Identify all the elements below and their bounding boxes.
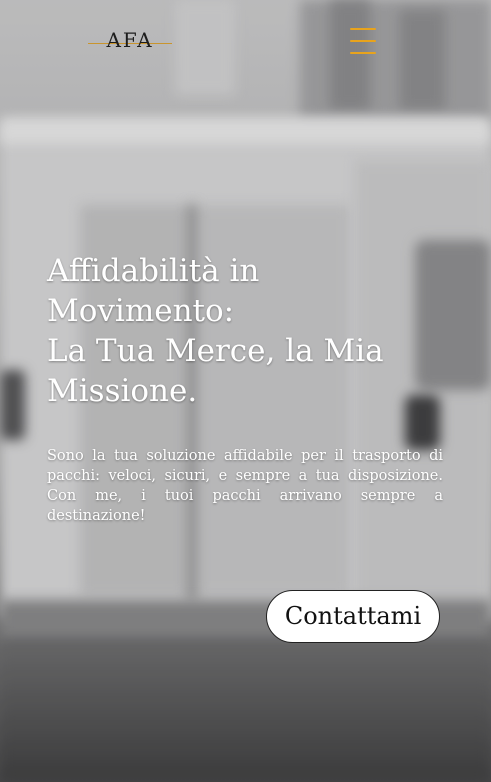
hero-intro-text: Sono la tua soluzione affidabile per il … (47, 448, 443, 524)
logo-text: AFA (106, 28, 154, 52)
hero-section: AFA Affidabilità in Movimento: La Tua Me… (0, 0, 491, 782)
headline-line: Missione. (47, 373, 198, 409)
headline-line: Affidabilità in (47, 253, 260, 289)
menu-bar (350, 52, 376, 54)
logo[interactable]: AFA (88, 26, 172, 56)
menu-bar (350, 40, 376, 42)
contact-button[interactable]: Contattami (266, 590, 440, 643)
hero-headline: Affidabilità in Movimento: La Tua Merce,… (47, 251, 447, 411)
hamburger-menu-icon[interactable] (350, 26, 378, 58)
headline-line: Movimento: (47, 293, 235, 329)
menu-bar (350, 28, 376, 30)
headline-line: La Tua Merce, la Mia (47, 333, 384, 369)
